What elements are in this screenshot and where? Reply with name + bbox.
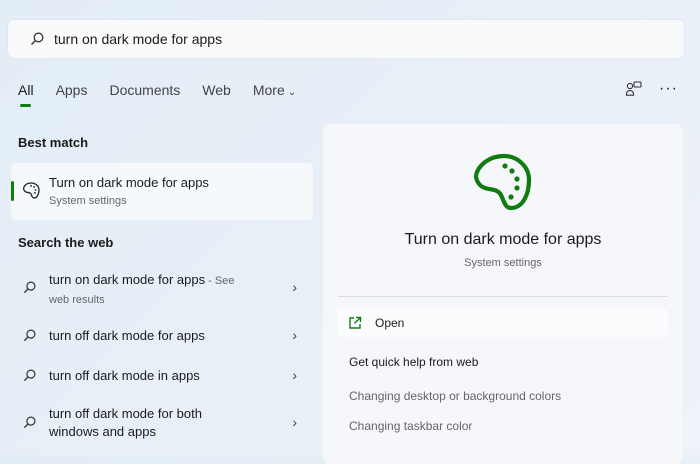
preview-panel: Turn on dark mode for apps System settin… (323, 124, 683, 464)
more-options-icon[interactable]: ··· (659, 80, 678, 98)
tab-apps[interactable]: Apps (56, 82, 88, 98)
help-link[interactable]: Changing taskbar color (349, 419, 472, 433)
tab-label: More (252, 82, 285, 98)
search-icon (23, 369, 36, 382)
chevron-right-icon: › (292, 327, 297, 343)
tab-all[interactable]: All (18, 82, 34, 107)
tab-label: Apps (55, 82, 88, 98)
preview-subtitle: System settings (464, 257, 542, 269)
web-result-line2: windows and apps (49, 424, 156, 439)
open-external-icon (349, 316, 362, 329)
web-result-item[interactable]: turn on dark mode for apps - See web resu… (11, 268, 313, 310)
search-web-heading: Search the web (18, 235, 114, 250)
search-icon (23, 281, 36, 294)
chevron-right-icon: › (292, 279, 297, 295)
palette-icon (474, 153, 532, 211)
web-result-label: turn on dark mode for apps (49, 272, 206, 287)
open-label: Open (375, 316, 405, 330)
open-button[interactable]: Open (338, 309, 668, 337)
chevron-right-icon: › (292, 367, 297, 383)
tab-documents[interactable]: Documents (109, 82, 180, 98)
chevron-right-icon: › (292, 414, 297, 430)
web-result-item[interactable]: turn off dark mode in apps › (11, 364, 313, 388)
web-result-label: turn off dark mode for apps (49, 328, 205, 343)
search-icon (23, 416, 36, 429)
search-icon (31, 32, 44, 45)
best-match-item[interactable]: Turn on dark mode for apps System settin… (11, 163, 313, 220)
filter-tabs: All Apps Documents Web More ⌄ (18, 82, 318, 107)
web-result-item[interactable]: turn off dark mode for apps › (11, 324, 313, 348)
tab-label: Web (202, 82, 231, 98)
search-input[interactable] (54, 20, 654, 58)
tab-label: All (18, 82, 34, 98)
tab-web[interactable]: Web (202, 82, 231, 98)
search-icon (23, 329, 36, 342)
search-box[interactable] (8, 20, 684, 58)
selection-indicator (11, 181, 14, 201)
tab-label: Documents (109, 82, 181, 98)
best-match-heading: Best match (18, 135, 89, 150)
palette-icon (22, 182, 40, 199)
web-result-label: turn off dark mode in apps (49, 368, 200, 383)
web-result-line2: web results (49, 294, 105, 306)
preview-title: Turn on dark mode for apps (404, 231, 602, 248)
chevron-down-icon: ⌄ (287, 87, 297, 98)
tab-more[interactable]: More ⌄ (253, 82, 296, 98)
web-result-item[interactable]: turn off dark mode for both windows and a… (11, 403, 313, 445)
divider (338, 296, 668, 297)
best-match-subtitle: System settings (49, 195, 127, 207)
quick-help-heading: Get quick help from web (349, 355, 479, 369)
account-feedback-icon[interactable] (625, 80, 643, 98)
best-match-title: Turn on dark mode for apps (49, 175, 209, 190)
web-result-suffix: - See (205, 275, 235, 287)
web-result-label: turn off dark mode for both (49, 406, 202, 421)
help-link[interactable]: Changing desktop or background colors (349, 389, 561, 403)
